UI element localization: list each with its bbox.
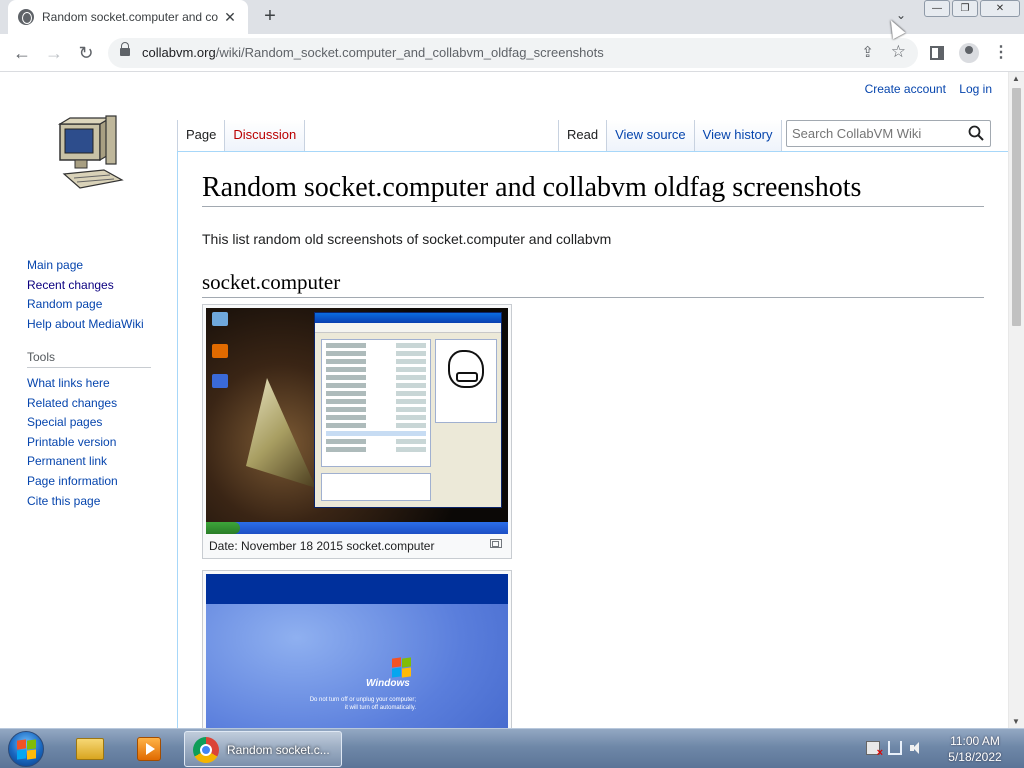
create-account-link[interactable]: Create account (865, 82, 946, 96)
browser-tab[interactable]: Random socket.computer and collabvm oldf… (8, 0, 248, 34)
volume-icon[interactable] (910, 741, 924, 755)
windows-brand-text: Windows (366, 678, 410, 689)
wiki-search (786, 120, 991, 147)
url-host: collabvm.org (142, 45, 216, 60)
caption-text: Date: November 18 2015 socket.computer (209, 539, 435, 553)
forward-button[interactable]: → (42, 41, 66, 65)
media-player-taskbar-button[interactable] (128, 731, 168, 767)
media-player-icon (137, 737, 161, 761)
address-bar[interactable]: collabvm.org/wiki/Random_socket.computer… (108, 38, 918, 68)
chrome-taskbar-label: Random socket.c... (227, 743, 330, 757)
search-icon[interactable] (968, 125, 984, 141)
lock-icon[interactable] (120, 42, 130, 58)
shutdown-line-2: it will turn off automatically. (344, 705, 416, 711)
profile-icon[interactable] (958, 42, 980, 64)
chrome-icon (193, 737, 219, 763)
page-scrollbar[interactable]: ▲ ▼ (1008, 72, 1024, 728)
sidebar-item-what-links-here[interactable]: What links here (27, 374, 151, 394)
tab-discussion[interactable]: Discussion (225, 120, 306, 152)
sidebar-item-page-information[interactable]: Page information (27, 472, 151, 492)
tab-title: Random socket.computer and collabvm oldf… (42, 10, 218, 24)
minimize-button[interactable]: — (924, 0, 950, 17)
action-center-icon[interactable] (866, 741, 883, 759)
log-in-link[interactable]: Log in (959, 82, 992, 96)
bookmark-star-icon[interactable]: ☆ (891, 42, 906, 62)
thumbnail-figure: Windows Do not turn off or unplug your c… (202, 570, 512, 728)
view-tabs: Read View source View history (558, 120, 782, 152)
new-tab-button[interactable]: + (258, 4, 282, 28)
thumbnail-figure: ​ (202, 304, 512, 559)
sidebar-item-random-page[interactable]: Random page (27, 295, 144, 315)
back-button[interactable]: ← (10, 41, 34, 65)
sidebar-item-printable-version[interactable]: Printable version (27, 433, 151, 453)
side-panel-icon[interactable] (926, 42, 948, 64)
page-title: Random socket.computer and collabvm oldf… (202, 172, 984, 207)
article-content: Random socket.computer and collabvm oldf… (177, 151, 1008, 728)
shutdown-line-1: Do not turn off or unplug your computer; (309, 697, 416, 703)
reload-button[interactable]: ↻ (74, 41, 98, 65)
clock-time: 11:00 AM (950, 734, 1000, 748)
personal-tools: Create account Log in (855, 82, 992, 96)
tab-view-history[interactable]: View history (694, 120, 782, 152)
sidebar-item-main-page[interactable]: Main page (27, 256, 144, 276)
restore-button[interactable]: ❐ (952, 0, 978, 17)
intro-text: This list random old screenshots of sock… (202, 231, 612, 247)
search-input[interactable] (792, 124, 962, 143)
chrome-taskbar-button[interactable]: Random socket.c... (184, 731, 342, 767)
os-taskbar: Random socket.c... 11:00 AM 5/18/2022 (0, 728, 1024, 768)
shutdown-message: Do not turn off or unplug your computer;… (286, 696, 416, 712)
window-controls: — ❐ ✕ (924, 0, 1020, 17)
url-path: /wiki/Random_socket.computer_and_collabv… (215, 45, 604, 60)
sidebar-item-recent-changes[interactable]: Recent changes (27, 276, 144, 296)
network-icon[interactable] (888, 741, 902, 755)
share-icon[interactable]: ⇪ (861, 43, 874, 61)
scroll-up-icon[interactable]: ▲ (1012, 74, 1020, 83)
section-heading: socket.computer (202, 270, 984, 298)
url-text[interactable]: collabvm.org/wiki/Random_socket.computer… (142, 45, 604, 60)
tab-close-icon[interactable]: ✕ (222, 9, 238, 26)
tab-strip: Random socket.computer and collabvm oldf… (0, 0, 1024, 34)
menu-icon[interactable]: ⋮ (990, 42, 1012, 64)
windows-logo-icon (17, 739, 37, 760)
globe-icon (18, 9, 34, 25)
enlarge-icon[interactable] (490, 539, 502, 548)
browser-toolbar: ← → ↻ collabvm.org/wiki/Random_socket.co… (0, 34, 1024, 72)
thumbnail-caption: Date: November 18 2015 socket.computer (206, 534, 508, 553)
namespace-tabs: Page Discussion (177, 120, 306, 152)
close-window-button[interactable]: ✕ (980, 0, 1020, 17)
system-clock[interactable]: 11:00 AM 5/18/2022 (940, 733, 1010, 765)
sidebar-item-cite-this-page[interactable]: Cite this page (27, 492, 151, 512)
tab-view-source[interactable]: View source (607, 120, 695, 152)
sidebar-tools: Tools What links here Related changes Sp… (27, 350, 151, 511)
folder-icon (76, 738, 104, 760)
windows-logo-icon (392, 657, 412, 678)
sidebar-item-permanent-link[interactable]: Permanent link (27, 452, 151, 472)
sidebar-item-help[interactable]: Help about MediaWiki (27, 315, 144, 335)
start-button[interactable] (8, 731, 44, 767)
tab-page[interactable]: Page (177, 120, 226, 152)
clock-date: 5/18/2022 (948, 750, 1002, 764)
scroll-down-icon[interactable]: ▼ (1012, 717, 1020, 726)
screenshot-image[interactable]: ​ (206, 308, 508, 534)
explorer-taskbar-button[interactable] (70, 731, 110, 767)
computer-logo-icon[interactable] (50, 108, 126, 194)
sidebar-item-related-changes[interactable]: Related changes (27, 394, 151, 414)
tools-heading: Tools (27, 350, 151, 368)
screenshot-image[interactable]: Windows Do not turn off or unplug your c… (206, 574, 508, 728)
sidebar-item-special-pages[interactable]: Special pages (27, 413, 151, 433)
scrollbar-thumb[interactable] (1012, 88, 1021, 326)
page-viewport: Create account Log in Main page Recent c… (0, 72, 1008, 728)
sidebar-navigation: Main page Recent changes Random page Hel… (27, 256, 144, 334)
tab-read[interactable]: Read (558, 120, 608, 152)
system-tray (866, 741, 924, 759)
